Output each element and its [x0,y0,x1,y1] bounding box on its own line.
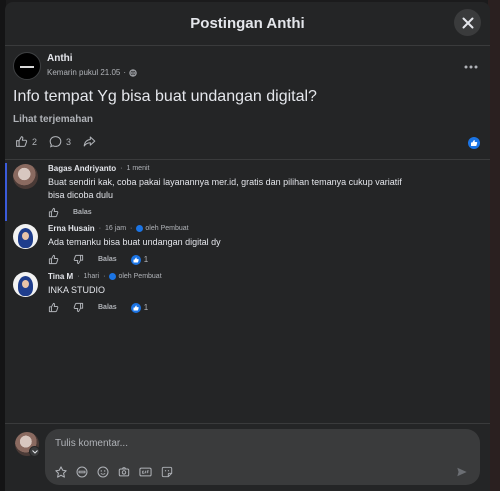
divider [5,159,490,160]
more-icon [464,65,478,69]
send-button[interactable] [456,466,468,478]
comment-item: Erna Husain · 16 jam · oleh Pembuat Ada … [13,224,221,265]
dialog-title: Postingan Anthi [190,15,305,32]
gif-icon [139,467,152,477]
comment-reactions[interactable]: 1 [130,254,149,265]
comment-input[interactable] [55,435,355,451]
post-time[interactable]: Kemarin pukul 21.05 [47,68,120,77]
emoji-icon [97,466,109,478]
comment-composer-area [5,423,490,491]
dialog-content[interactable]: Anthi Kemarin pukul 21.05 · Info tempat … [5,47,490,423]
like-icon[interactable] [48,207,59,218]
comment-header: Erna Husain · 16 jam · oleh Pembuat [48,224,189,233]
comment-author[interactable]: Erna Husain [48,224,95,233]
highlight-bar [5,163,7,221]
composer-toolbar [55,466,173,478]
like-icon[interactable] [48,254,59,265]
comment-text: INKA STUDIO [48,285,106,295]
comment-author[interactable]: Bagas Andriyanto [48,164,116,173]
comment-actions: Balas 1 [48,302,162,313]
chevron-down-icon [31,449,38,454]
comment-composer [45,429,480,485]
comment-icon [49,136,62,148]
close-icon [462,17,473,28]
comment-body: Tina M · 1hari · oleh Pembuat INKA STUDI… [48,272,162,313]
post-author[interactable]: Anthi [47,53,137,64]
avatar[interactable] [13,164,38,189]
comment-actions: Balas [48,207,402,218]
post-meta: Anthi Kemarin pukul 21.05 · [47,53,137,80]
comment-actions: Balas 1 [48,254,221,265]
post-header: Anthi Kemarin pukul 21.05 · [13,52,137,80]
camera-icon [118,467,130,477]
like-reaction-icon [130,302,141,313]
sticker-icon [161,466,173,478]
comment-time[interactable]: 16 jam [105,225,126,232]
comment-body: Bagas Andriyanto · 1 menit Buat sendiri … [48,164,402,218]
avatar-icon [55,466,67,478]
like-icon [16,136,28,147]
author-badge-label: oleh Pembuat [145,225,189,232]
like-reaction-icon [468,137,480,149]
globe-icon [129,68,137,77]
reply-button[interactable]: Balas [98,256,117,263]
like-button[interactable]: 2 [15,135,37,148]
account-switch-button[interactable] [29,446,40,457]
camera-button[interactable] [118,466,130,478]
post-time-row: Kemarin pukul 21.05 · [47,68,137,77]
post-dialog: Postingan Anthi Anthi Kemarin pukul 21.0… [5,2,490,491]
comment-time[interactable]: 1hari [84,273,100,280]
comment-text: Buat sendiri kak, coba pakai layanannya … [48,176,402,202]
comment-count: 3 [66,136,72,147]
sticker-button[interactable] [161,466,173,478]
comment-header: Bagas Andriyanto · 1 menit [48,164,150,173]
dislike-icon[interactable] [73,254,84,265]
see-translation-link[interactable]: Lihat terjemahan [13,114,93,125]
comment-text-line: bisa dicoba dulu [48,190,114,200]
author-badge: oleh Pembuat [136,225,189,232]
avatar-sticker-button[interactable] [55,466,67,478]
author-badge-label: oleh Pembuat [118,273,162,280]
avatar[interactable] [13,272,38,297]
reaction-count: 1 [143,303,149,312]
emoji-button[interactable] [97,466,109,478]
comment-item: Tina M · 1hari · oleh Pembuat INKA STUDI… [13,272,162,313]
comment-text-line: Buat sendiri kak, coba pakai layanannya … [48,177,402,187]
comment-reactions[interactable]: 1 [130,302,149,313]
avatar[interactable] [13,224,38,249]
avatar[interactable] [13,52,41,80]
comment-text: Ada temanku bisa buat undangan digital d… [48,237,221,247]
post-actions: 2 3 [15,135,102,148]
dislike-icon[interactable] [73,302,84,313]
author-badge: oleh Pembuat [109,273,162,280]
like-reaction-icon [130,254,141,265]
like-count: 2 [32,136,38,147]
share-icon [83,136,96,147]
author-badge-icon [136,225,144,232]
comment-item: Bagas Andriyanto · 1 menit Buat sendiri … [13,164,402,218]
comment-time[interactable]: 1 menit [127,165,150,172]
dialog-header: Postingan Anthi [5,2,490,46]
more-options-button[interactable] [464,57,478,72]
comment-body: Erna Husain · 16 jam · oleh Pembuat Ada … [48,224,221,265]
author-badge-icon [109,273,117,280]
comment-header: Tina M · 1hari · oleh Pembuat [48,272,162,281]
share-button[interactable] [83,135,96,148]
mask-icon [76,466,88,478]
reaction-count: 1 [143,255,149,264]
comment-button[interactable]: 3 [49,135,71,148]
reply-button[interactable]: Balas [73,209,92,216]
close-button[interactable] [454,9,481,36]
reply-button[interactable]: Balas [98,304,117,311]
post-text: Info tempat Yg bisa buat undangan digita… [13,88,317,105]
mask-button[interactable] [76,466,88,478]
like-icon[interactable] [48,302,59,313]
send-icon [457,467,467,477]
gif-button[interactable] [139,466,152,478]
comment-author[interactable]: Tina M [48,272,73,281]
reaction-summary[interactable] [468,136,480,154]
